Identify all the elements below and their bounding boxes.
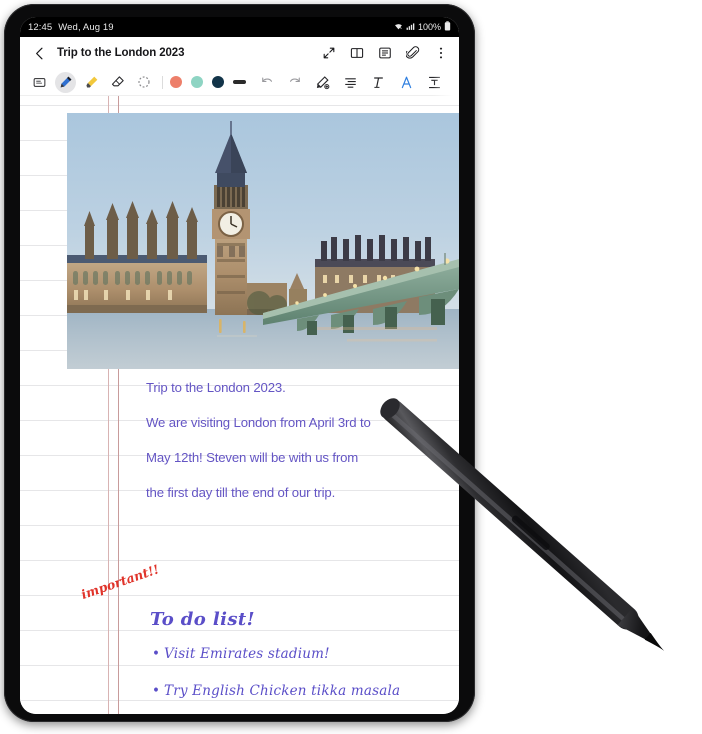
status-time: 12:45 — [28, 21, 53, 33]
status-date: Wed, Aug 19 — [58, 21, 114, 33]
expand-icon[interactable] — [321, 46, 336, 61]
color-swatch-navy[interactable] — [212, 76, 224, 88]
bullet-dot: • — [152, 683, 161, 699]
pen-tool[interactable] — [55, 71, 76, 93]
attachment-icon[interactable] — [405, 46, 420, 61]
typed-line: May 12th! Steven will be with us from — [146, 450, 359, 465]
tablet-screen: 12:45 Wed, Aug 19 100% Trip to the Londo… — [20, 17, 459, 714]
outline-icon[interactable] — [377, 46, 392, 61]
color-swatch-coral[interactable] — [170, 76, 182, 88]
battery-icon — [444, 21, 451, 33]
header-actions — [321, 46, 450, 61]
overflow-tool[interactable] — [453, 73, 459, 92]
text-box-button[interactable] — [425, 73, 444, 92]
todo-heading: To do list! — [150, 609, 255, 630]
toolbar-divider — [162, 75, 163, 89]
note-card-tool[interactable] — [29, 72, 50, 93]
highlighter-tool[interactable] — [81, 72, 102, 93]
stroke-thickness[interactable] — [233, 80, 246, 84]
back-button[interactable] — [29, 43, 49, 63]
book-view-icon[interactable] — [349, 46, 364, 61]
text-align-button[interactable] — [341, 73, 360, 92]
text-style-button[interactable] — [369, 73, 388, 92]
todo-item: • Try English Chicken tikka masala — [152, 683, 401, 699]
more-options-icon[interactable] — [433, 46, 448, 61]
typed-line: Trip to the London 2023. — [146, 380, 286, 395]
signal-icon — [406, 22, 415, 33]
page-title: Trip to the London 2023 — [57, 47, 185, 59]
typed-line: the first day till the end of our trip. — [146, 485, 336, 500]
todo-item: • Visit Emirates stadium! — [152, 646, 330, 662]
eraser-tool[interactable] — [107, 72, 128, 93]
redo-button[interactable] — [285, 73, 304, 92]
status-bar: 12:45 Wed, Aug 19 100% — [20, 17, 459, 37]
chevron-left-icon — [35, 47, 43, 59]
ai-assist-button[interactable] — [397, 73, 416, 92]
note-header: Trip to the London 2023 — [20, 37, 459, 69]
battery-percent-label: 100% — [417, 22, 441, 32]
tablet-device: 12:45 Wed, Aug 19 100% Trip to the Londo… — [4, 4, 475, 722]
color-swatch-mint[interactable] — [191, 76, 203, 88]
drawing-toolbar — [20, 69, 459, 96]
bullet-dot: • — [152, 646, 161, 662]
undo-button[interactable] — [257, 73, 276, 92]
big-ben-photo[interactable] — [67, 113, 459, 369]
wifi-icon — [394, 22, 403, 33]
typed-line: We are visiting London from April 3rd to — [146, 415, 371, 430]
lasso-select-tool[interactable] — [133, 72, 154, 93]
convert-handwriting-button[interactable] — [313, 73, 332, 92]
tablet-bezel: 12:45 Wed, Aug 19 100% Trip to the Londo… — [20, 17, 459, 714]
